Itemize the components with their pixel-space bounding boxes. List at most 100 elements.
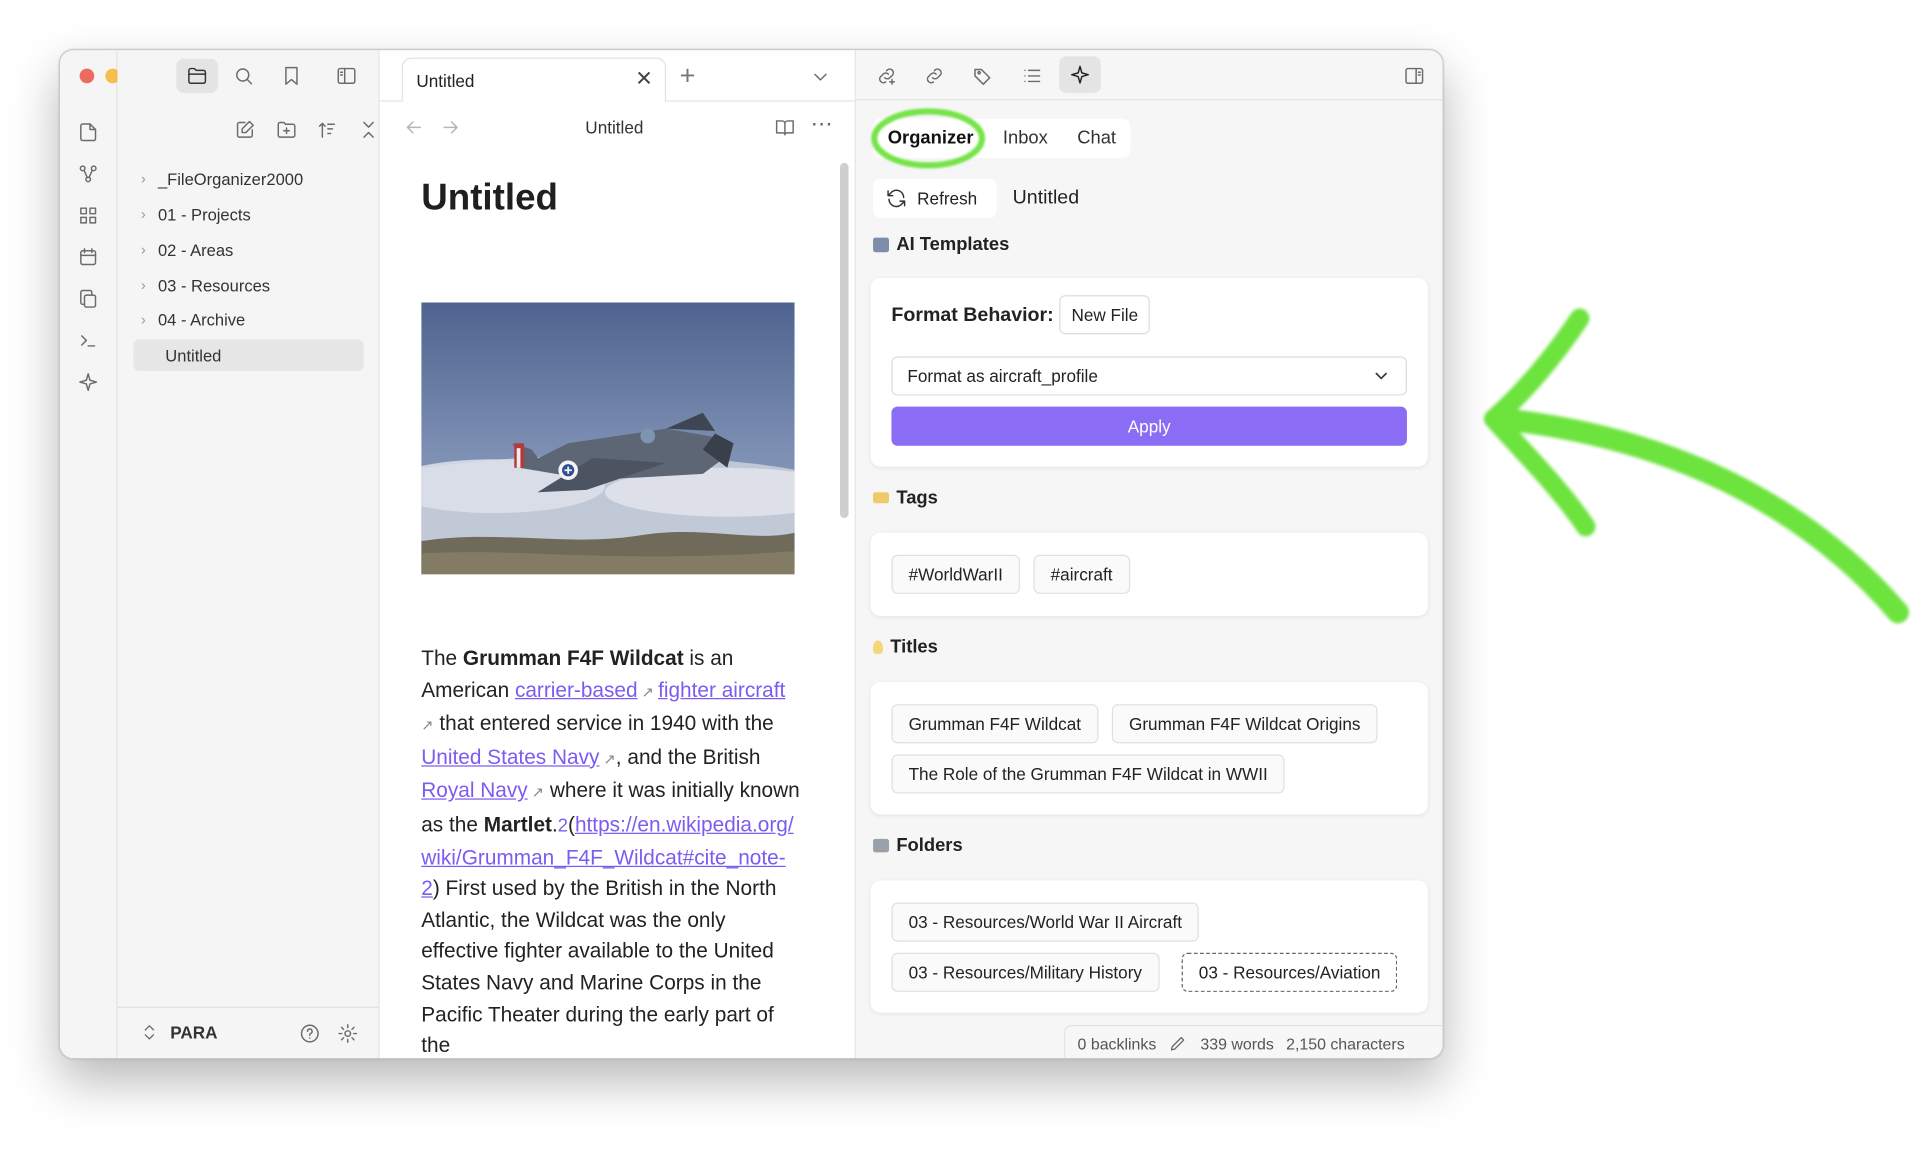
link-add-icon[interactable] [873, 62, 900, 89]
tab-chat[interactable]: Chat [1063, 119, 1131, 158]
back-arrow-icon[interactable] [402, 115, 426, 139]
bold-run: Grumman F4F Wildcat [462, 646, 684, 670]
format-behavior-select[interactable]: New File [1059, 295, 1151, 335]
graph-icon[interactable] [75, 160, 102, 187]
annotation-arrow [1484, 308, 1909, 624]
chevron-down-icon[interactable] [808, 65, 832, 89]
sidebar-toggle-icon[interactable] [333, 62, 360, 89]
sparkle-icon[interactable] [75, 369, 102, 396]
tag-pill[interactable]: #aircraft [1033, 554, 1130, 594]
organizer-panel: Organizer Inbox Chat Refresh Untitled AI… [855, 50, 1443, 1059]
external-link-icon: ↗ [527, 784, 545, 802]
new-tab-icon[interactable]: + [680, 60, 696, 92]
text-run: , and the British [615, 745, 761, 769]
sort-icon[interactable] [313, 116, 340, 143]
tab-label: Untitled [416, 70, 475, 91]
forward-arrow-icon[interactable] [438, 115, 462, 139]
text-run: The [421, 646, 463, 670]
template-select[interactable]: Format as aircraft_profile [891, 356, 1407, 396]
titles-card: Grumman F4F Wildcat Grumman F4F Wildcat … [870, 682, 1428, 815]
folders-card: 03 - Resources/World War II Aircraft 03 … [870, 880, 1428, 1013]
character-count: 2,150 characters [1286, 1034, 1405, 1053]
external-link-icon: ↗ [421, 716, 434, 734]
refresh-icon [885, 187, 907, 209]
more-options-icon[interactable]: ⋯ [811, 111, 834, 137]
package-icon [873, 236, 889, 252]
chevron-right-icon: › [140, 170, 146, 188]
scrollbar[interactable] [840, 162, 849, 519]
help-icon[interactable] [296, 1020, 323, 1047]
vault-name[interactable]: PARA [170, 1023, 217, 1043]
list-icon[interactable] [1019, 62, 1046, 89]
backlinks-count[interactable]: 0 backlinks [1078, 1034, 1157, 1052]
tags-card: #WorldWarII #aircraft [870, 532, 1428, 616]
terminal-icon[interactable] [75, 327, 102, 354]
link-carrier-based[interactable]: carrier-based [515, 678, 638, 701]
tree-folder[interactable]: › 01 - Projects [133, 198, 363, 230]
link-royal-navy[interactable]: Royal Navy [421, 779, 527, 802]
titles-heading: Titles [873, 637, 938, 658]
refresh-button[interactable]: Refresh [873, 178, 997, 218]
tree-folder[interactable]: › _FileOrganizer2000 [133, 163, 363, 195]
tag-icon [873, 492, 889, 504]
active-note-name: Untitled [1012, 187, 1080, 209]
text-run: ) First used by the British in the North… [421, 877, 777, 1057]
bookmark-icon[interactable] [278, 62, 305, 89]
tab-untitled[interactable]: Untitled ✕ [401, 57, 667, 102]
close-tab-icon[interactable]: ✕ [635, 67, 652, 91]
new-note-icon[interactable] [231, 116, 258, 143]
document-body: The Grumman F4F Wildcat is an American c… [421, 643, 801, 1058]
tree-file-label: Untitled [165, 345, 222, 365]
new-folder-icon[interactable] [273, 116, 300, 143]
gear-icon[interactable] [334, 1020, 361, 1047]
text-run: that entered service in 1940 with the [433, 711, 774, 735]
text-run: ( [567, 813, 575, 837]
tree-folder-label: 02 - Areas [157, 240, 234, 260]
ai-templates-heading: AI Templates [873, 234, 1009, 255]
tree-folder[interactable]: › 02 - Areas [133, 234, 363, 266]
pencil-icon[interactable] [1169, 1034, 1189, 1054]
tags-title: Tags [896, 487, 938, 509]
tree-folder[interactable]: › 03 - Resources [133, 269, 363, 301]
link-fighter-aircraft[interactable]: fighter aircraft [658, 678, 785, 701]
folder-suggestion[interactable]: 03 - Resources/Military History [891, 952, 1160, 992]
tree-file-active[interactable]: Untitled [133, 339, 364, 372]
tags-icon[interactable] [970, 62, 997, 89]
copy-icon[interactable] [75, 285, 102, 312]
close-window-button[interactable] [79, 68, 95, 84]
title-suggestion[interactable]: The Role of the Grumman F4F Wildcat in W… [891, 754, 1285, 794]
title-suggestion[interactable]: Grumman F4F Wildcat [891, 704, 1099, 744]
divider [117, 1006, 380, 1008]
annotation-circle [871, 108, 986, 169]
right-sidebar-toggle-icon[interactable] [1401, 62, 1428, 89]
link-united-states-navy[interactable]: United States Navy [421, 746, 599, 769]
folders-title: Folders [896, 835, 963, 856]
calendar-icon[interactable] [75, 244, 102, 271]
search-icon[interactable] [230, 62, 257, 89]
tab-inbox[interactable]: Inbox [988, 119, 1062, 158]
ai-templates-card: Format Behavior: New File Format as airc… [870, 277, 1428, 467]
external-link-icon: ↗ [599, 750, 616, 768]
apply-button[interactable]: Apply [891, 406, 1407, 446]
sparkle-active-icon[interactable] [1059, 56, 1101, 94]
folder-icon[interactable] [176, 58, 218, 94]
collapse-all-icon[interactable] [355, 116, 382, 143]
view-header-title[interactable]: Untitled [585, 118, 643, 138]
tree-folder[interactable]: › 04 - Archive [133, 304, 363, 336]
chevron-updown-icon[interactable] [140, 1020, 160, 1044]
file-plus-icon[interactable] [75, 119, 102, 146]
title-suggestion[interactable]: Grumman F4F Wildcat Origins [1111, 704, 1378, 744]
layout-grid-icon[interactable] [75, 202, 102, 229]
tree-folder-label: 03 - Resources [157, 276, 271, 295]
link-icon[interactable] [921, 62, 948, 89]
tag-pill[interactable]: #WorldWarII [891, 554, 1021, 594]
folder-suggestion[interactable]: 03 - Resources/World War II Aircraft [891, 902, 1200, 942]
footnote-ref[interactable]: 2 [558, 816, 568, 837]
folder-suggestion-focused[interactable]: 03 - Resources/Aviation [1181, 952, 1398, 992]
reading-view-icon[interactable] [771, 114, 798, 141]
aircraft-image [421, 302, 795, 575]
app-window: › _FileOrganizer2000 › 01 - Projects › 02 -… [58, 48, 1444, 1060]
format-behavior-label: Format Behavior: [891, 304, 1054, 326]
titles-title: Titles [890, 636, 938, 658]
file-explorer-sidebar: › _FileOrganizer2000 › 01 - Projects › 02 -… [117, 50, 382, 1059]
